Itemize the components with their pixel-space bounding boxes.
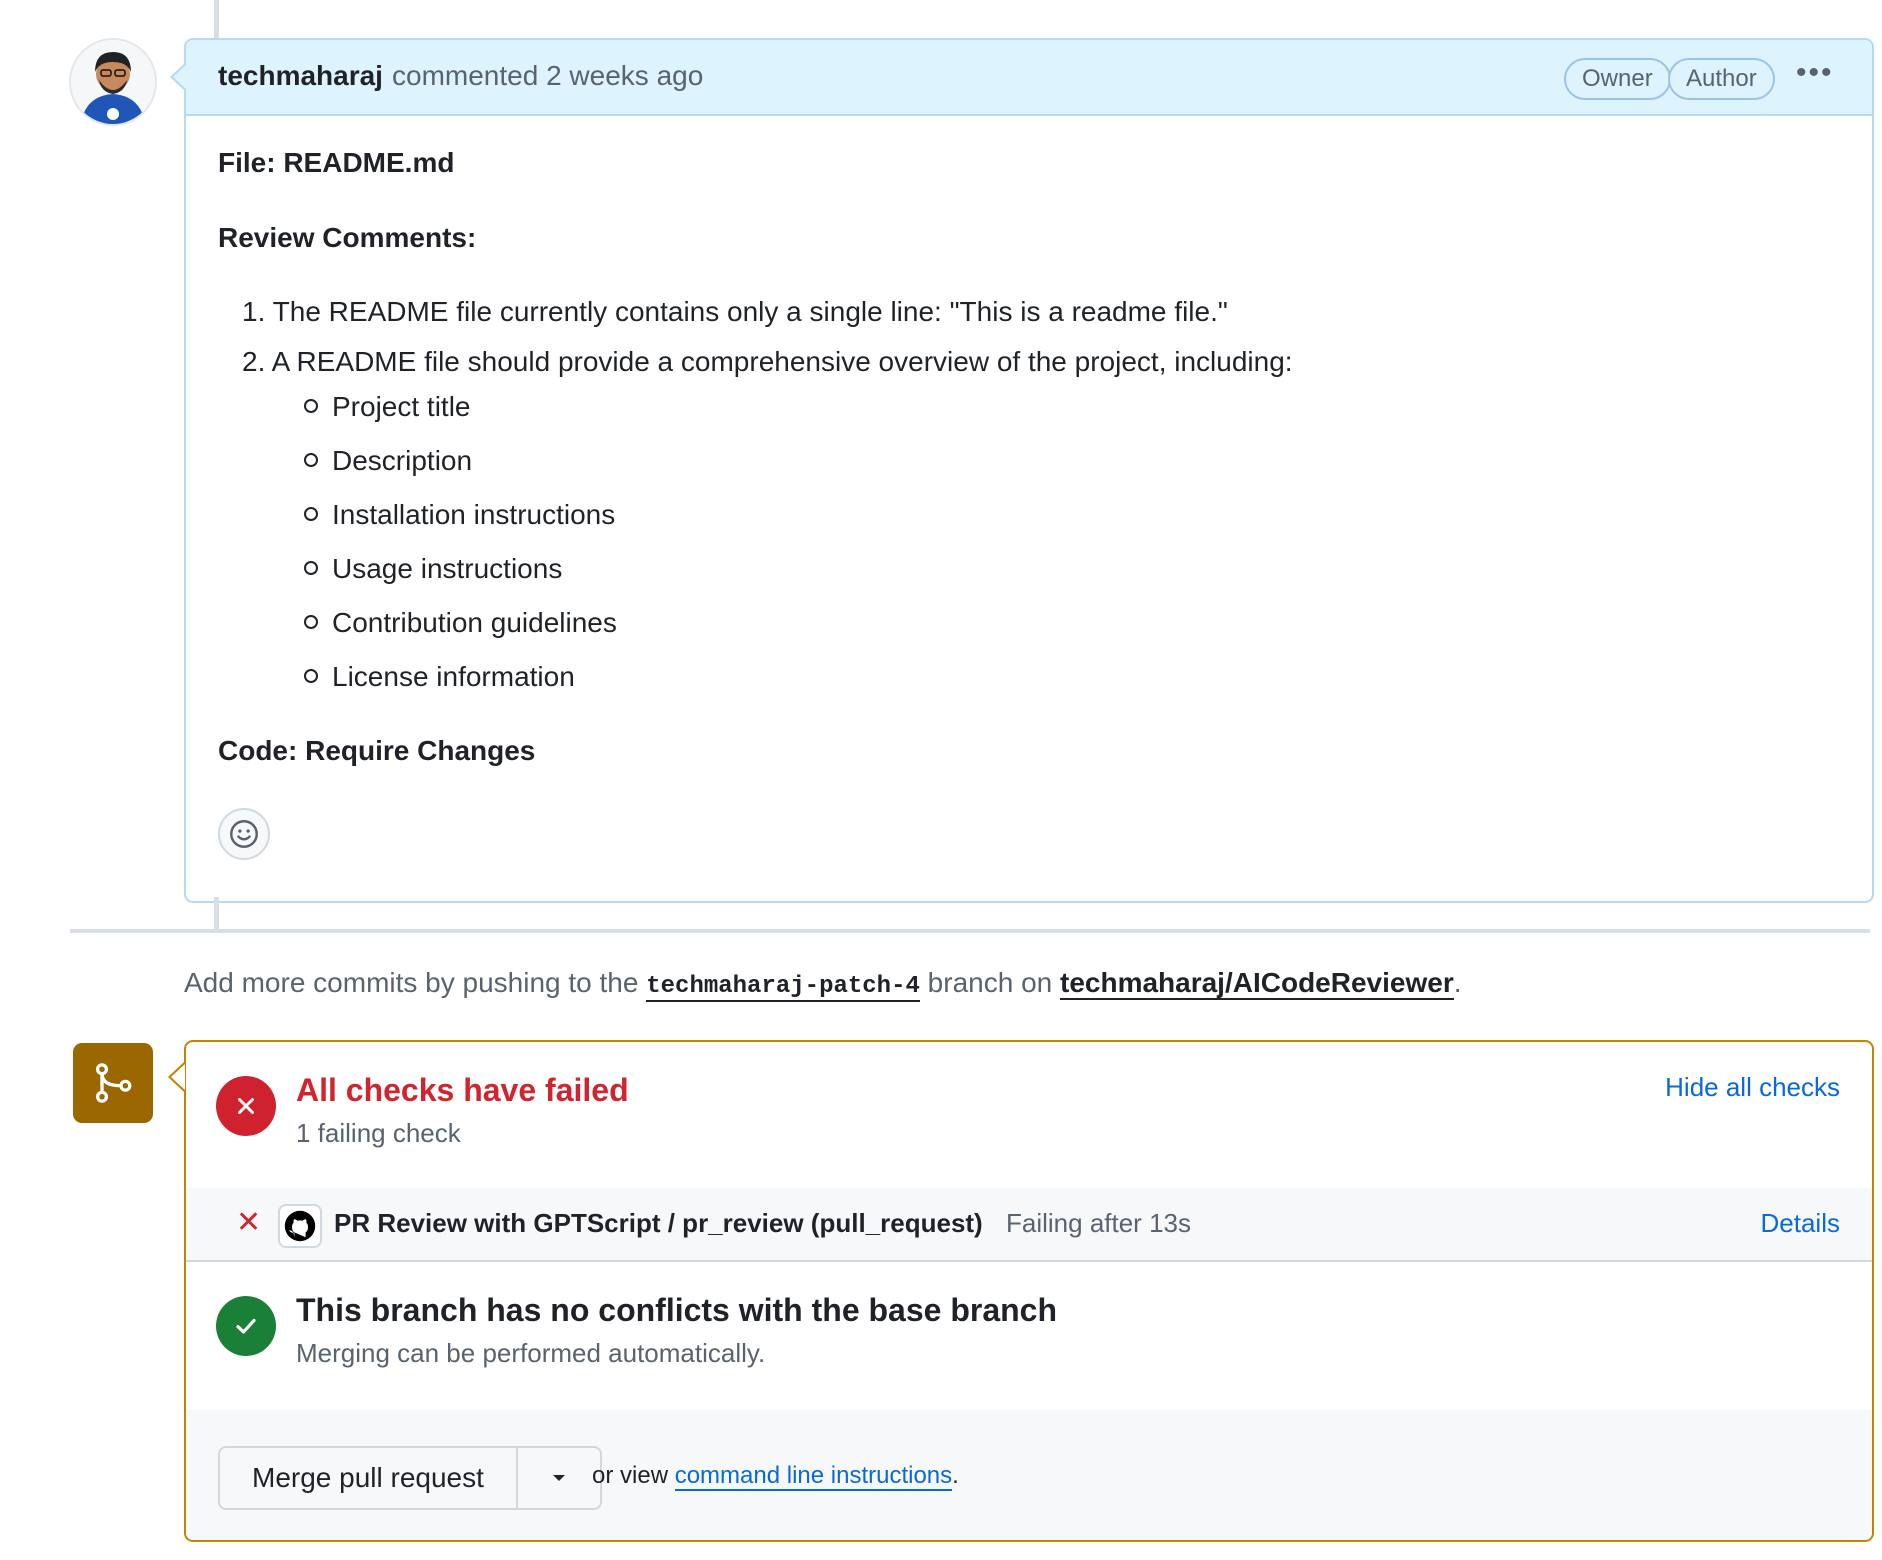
list-item-text: A README file should provide a comprehen…	[271, 346, 1293, 377]
bullet-icon	[304, 506, 318, 521]
timeline-line	[214, 0, 219, 40]
push-info: Add more commits by pushing to the techm…	[184, 967, 1462, 1002]
push-info-middle: branch on	[927, 967, 1053, 998]
success-icon	[216, 1296, 276, 1356]
merge-pull-request-button[interactable]: Merge pull request	[220, 1448, 518, 1508]
hide-all-checks-link[interactable]: Hide all checks	[1665, 1072, 1840, 1103]
sub-list-item-text: License information	[332, 661, 575, 692]
comment-options-icon[interactable]: •••	[1796, 56, 1834, 90]
repo-link[interactable]: techmaharaj/AICodeReviewer	[1060, 967, 1454, 1000]
check-failed-icon: ✕	[236, 1206, 262, 1239]
comment-header: techmaharaj commented 2 weeks ago Owner …	[186, 40, 1872, 116]
smiley-icon	[230, 820, 258, 848]
author-label: Author	[1668, 58, 1775, 100]
push-info-prefix: Add more commits by pushing to the	[184, 967, 639, 998]
list-item-number: 1.	[242, 296, 266, 327]
review-comment: techmaharaj commented 2 weeks ago Owner …	[170, 38, 1874, 903]
author-avatar[interactable]	[69, 38, 157, 126]
merge-options-dropdown[interactable]	[518, 1448, 600, 1508]
checks-summary: All checks have failed 1 failing check H…	[186, 1042, 1872, 1190]
merge-status-icon	[73, 1043, 153, 1123]
conflict-status: This branch has no conflicts with the ba…	[186, 1260, 1872, 1412]
command-line-instructions-link[interactable]: command line instructions	[674, 1462, 953, 1491]
command-line-hint: or view command line instructions.	[592, 1462, 959, 1491]
sub-list-item: License information	[304, 661, 575, 693]
check-details-link[interactable]: Details	[1761, 1208, 1840, 1239]
review-comments-heading: Review Comments:	[218, 222, 477, 253]
push-info-suffix: .	[1453, 967, 1462, 998]
bullet-icon	[304, 560, 318, 575]
checks-title: All checks have failed	[296, 1072, 629, 1108]
or-view-suffix: .	[952, 1462, 959, 1489]
check-row: ✕ PR Review with GPTScript / pr_review (…	[186, 1188, 1872, 1262]
sub-list-item-text: Contribution guidelines	[332, 607, 617, 638]
sub-list-item: Description	[304, 445, 472, 477]
add-reaction-button[interactable]	[218, 808, 270, 860]
failure-icon	[216, 1076, 276, 1136]
merge-box: All checks have failed 1 failing check H…	[184, 1040, 1874, 1542]
check-status: Failing after 13s	[1006, 1208, 1191, 1238]
git-merge-icon	[95, 1063, 132, 1103]
conflict-subtitle: Merging can be performed automatically.	[296, 1338, 766, 1368]
list-item-number: 2.	[242, 346, 266, 377]
comment-author-link[interactable]: techmaharaj	[218, 60, 383, 92]
github-icon	[284, 1210, 316, 1242]
timeline-line	[214, 897, 219, 931]
check-icon	[236, 1318, 256, 1334]
list-item-text: The README file currently contains only …	[272, 296, 1228, 327]
sub-list-item-text: Usage instructions	[332, 553, 563, 584]
sub-list-item: Usage instructions	[304, 553, 562, 585]
sub-list-item-text: Project title	[332, 391, 471, 422]
checks-subtitle: 1 failing check	[296, 1118, 461, 1148]
merge-button-group: Merge pull request	[218, 1446, 602, 1510]
list-item: 1. The README file currently contains on…	[242, 296, 1228, 328]
list-item: 2. A README file should provide a compre…	[242, 346, 1293, 378]
sub-list-item-text: Installation instructions	[332, 499, 616, 530]
sub-list-item: Contribution guidelines	[304, 607, 617, 639]
check-name: PR Review with GPTScript / pr_review (pu…	[334, 1208, 983, 1238]
github-actions-logo[interactable]	[278, 1204, 322, 1248]
sub-list-item: Installation instructions	[304, 499, 615, 531]
avatar-image	[71, 40, 155, 124]
code-verdict: Code: Require Changes	[218, 735, 536, 766]
merge-box-pointer-inner	[171, 1064, 185, 1090]
timeline-divider	[70, 929, 1870, 933]
sub-list-item-text: Description	[332, 445, 473, 476]
bullet-icon	[304, 668, 318, 683]
file-line: File: README.md	[218, 147, 455, 178]
sub-list-item: Project title	[304, 391, 471, 423]
branch-name-link[interactable]: techmaharaj-patch-4	[646, 973, 920, 1002]
caret-down-icon	[552, 1475, 565, 1481]
comment-timestamp[interactable]: commented 2 weeks ago	[392, 60, 703, 92]
conflict-title: This branch has no conflicts with the ba…	[296, 1292, 1058, 1328]
bullet-icon	[304, 398, 318, 413]
or-view-prefix: or view	[592, 1462, 669, 1489]
bullet-icon	[304, 614, 318, 629]
x-icon	[238, 1098, 254, 1114]
bullet-icon	[304, 452, 318, 467]
owner-label: Owner	[1564, 58, 1671, 100]
merge-action-area: Merge pull request or view command line …	[186, 1410, 1872, 1540]
